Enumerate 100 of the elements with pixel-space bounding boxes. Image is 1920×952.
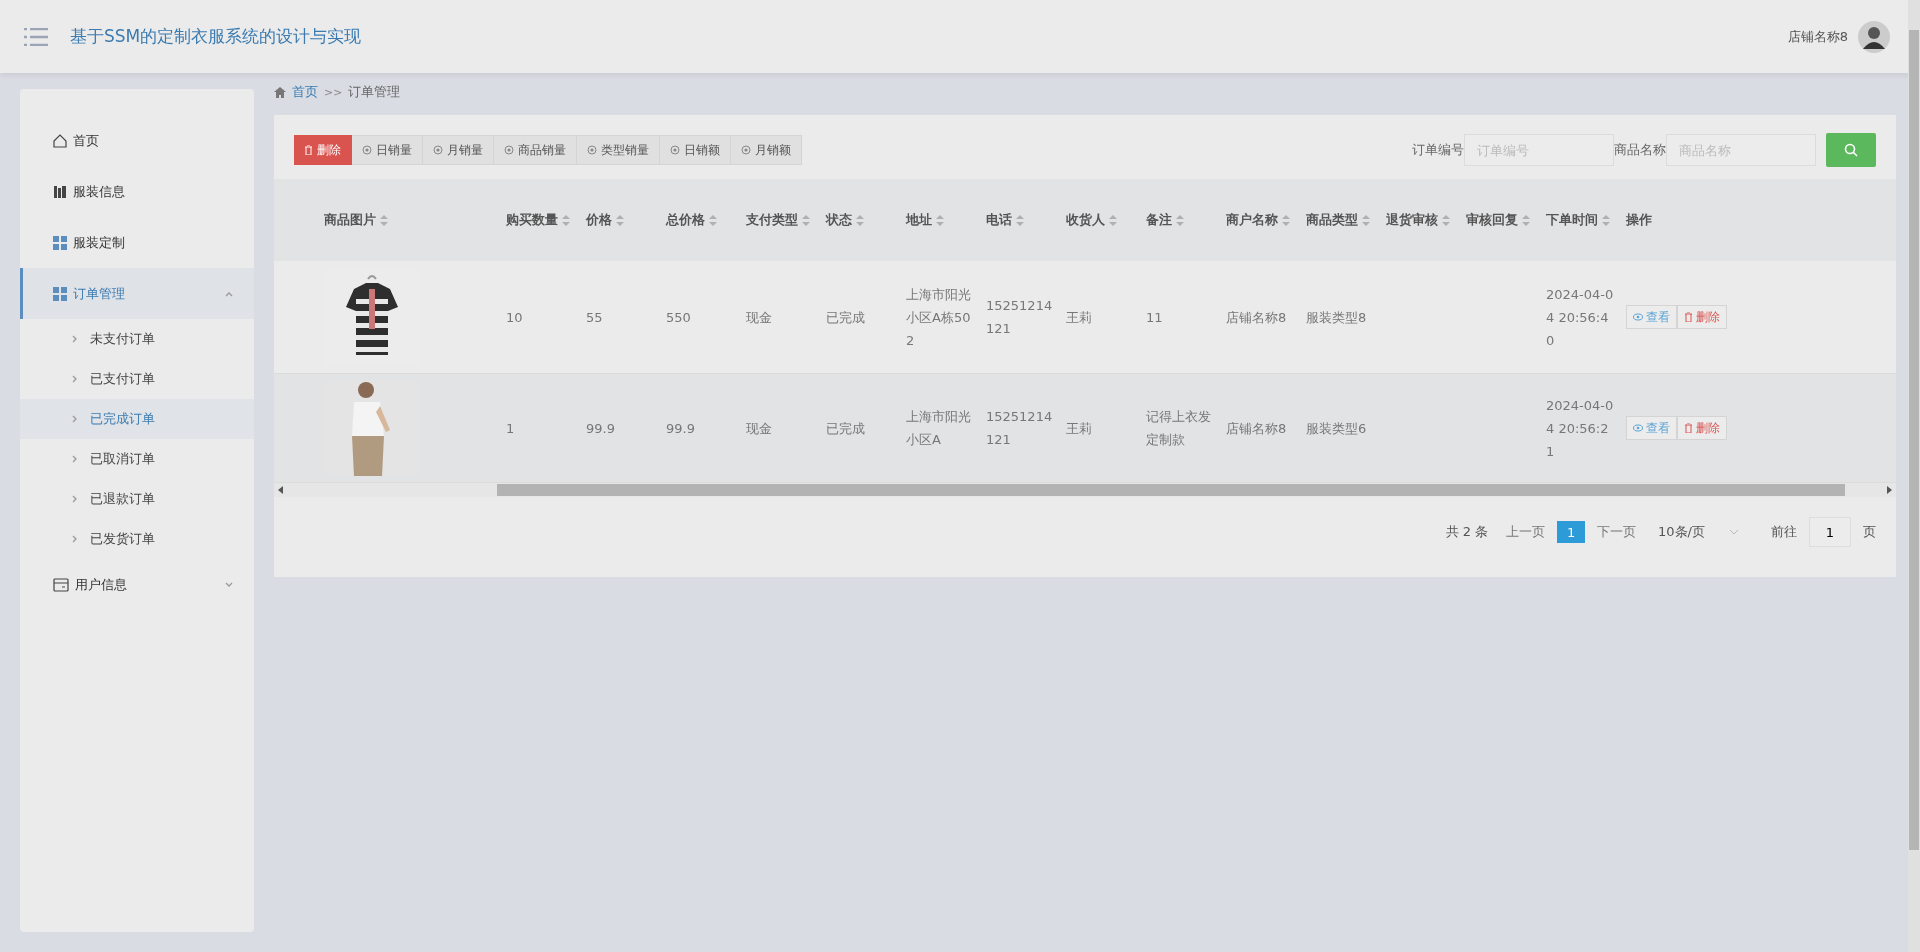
toolbar-button[interactable]: 月销量 (423, 135, 494, 165)
submenu-item[interactable]: 已发货订单 (20, 519, 254, 559)
sort-icon[interactable] (562, 215, 570, 226)
prev-page-link[interactable]: 上一页 (1506, 523, 1546, 541)
column-header: 商品图片 (300, 207, 500, 233)
avatar-icon[interactable] (1858, 20, 1890, 53)
user-name[interactable]: 店铺名称8 (1787, 27, 1848, 46)
column-header: 商品类型 (1300, 207, 1380, 233)
scroll-left-icon[interactable] (278, 486, 283, 494)
sort-icon[interactable] (1602, 215, 1610, 226)
table-cell-text: 服装类型6 (1305, 419, 1368, 438)
page-suffix: 页 (1863, 523, 1876, 541)
toolbar-button[interactable]: 日销量 (352, 135, 423, 165)
home-icon (53, 133, 67, 148)
menu-icon[interactable] (24, 27, 48, 46)
sort-icon[interactable] (802, 215, 810, 226)
submenu-item[interactable]: 已支付订单 (20, 359, 254, 399)
grid-icon (53, 235, 67, 250)
table-cell-text: 1 (505, 419, 516, 438)
sort-icon[interactable] (1362, 215, 1370, 226)
column-header: 电话 (980, 207, 1060, 233)
column-header: 退货审核 (1380, 207, 1460, 233)
page-size-select[interactable]: 10条/页 (1658, 523, 1739, 541)
app-title: 基于SSM的定制衣服系统的设计与实现 (70, 25, 363, 48)
sort-icon[interactable] (616, 215, 624, 226)
table-cell-text: 现金 (745, 308, 773, 327)
sidebar-item[interactable]: 首页 (20, 115, 254, 166)
table-cell-text: 已完成 (825, 419, 866, 438)
sort-icon[interactable] (1016, 215, 1024, 226)
table-cell-text: 已完成 (825, 308, 866, 327)
trash-icon (1684, 423, 1693, 433)
bar-chart-icon (53, 184, 67, 199)
column-header: 备注 (1140, 207, 1220, 233)
column-header: 支付类型 (740, 207, 820, 233)
table-cell-text: 10 (505, 308, 524, 327)
scroll-right-icon[interactable] (1887, 486, 1892, 494)
table-cell-text: 店铺名称8 (1225, 419, 1288, 438)
table-cell-text: 15251214121 (985, 408, 1054, 449)
submenu-item[interactable]: 已退款订单 (20, 479, 254, 519)
column-header: 地址 (900, 207, 980, 233)
eye-icon (1633, 313, 1643, 321)
radio-icon (362, 145, 372, 155)
table-cell-text: 王莉 (1065, 419, 1093, 438)
table-cell-text: 11 (1145, 308, 1164, 327)
submenu-item[interactable]: 已取消订单 (20, 439, 254, 479)
sidebar-item[interactable]: 服装定制 (20, 217, 254, 268)
next-page-link[interactable]: 下一页 (1597, 523, 1637, 541)
table-cell-text: 上海市阳光小区A栋502 (905, 285, 972, 350)
goto-label: 前往 (1771, 523, 1797, 541)
radio-icon (670, 145, 680, 155)
delete-button[interactable]: 删除 (1677, 305, 1727, 329)
table-cell-text: 15251214121 (985, 297, 1054, 338)
delete-button[interactable]: 删除 (1677, 416, 1727, 440)
sort-icon[interactable] (1282, 215, 1290, 226)
toolbar-button[interactable]: 类型销量 (577, 135, 660, 165)
breadcrumb-separator: >> (324, 85, 343, 99)
horizontal-scrollbar[interactable] (274, 483, 1896, 497)
column-header: 价格 (580, 207, 660, 233)
table-cell-text: 99.9 (665, 419, 696, 438)
sort-icon[interactable] (1109, 215, 1117, 226)
submenu-item[interactable]: 已完成订单 (20, 399, 254, 439)
total-count: 共 2 条 (1445, 523, 1489, 541)
column-header: 收货人 (1060, 207, 1140, 233)
table-cell-text: 99.9 (585, 419, 616, 438)
sidebar-item[interactable]: 用户信息 (20, 559, 254, 610)
vertical-scrollbar[interactable] (1908, 0, 1920, 952)
grid-icon (53, 286, 67, 301)
submenu-item[interactable]: 未支付订单 (20, 319, 254, 359)
table-cell-text: 记得上衣发定制款 (1145, 408, 1212, 449)
column-header: 审核回复 (1460, 207, 1540, 233)
sort-icon[interactable] (936, 215, 944, 226)
toolbar-button[interactable]: 月销额 (731, 135, 802, 165)
table-cell-text: 店铺名称8 (1225, 308, 1288, 327)
column-header: 总价格 (660, 207, 740, 233)
sort-icon[interactable] (380, 215, 388, 226)
sort-icon[interactable] (1176, 215, 1184, 226)
trash-icon (304, 145, 313, 155)
table-cell-text: 王莉 (1065, 308, 1093, 327)
sort-icon[interactable] (709, 215, 717, 226)
column-header: 购买数量 (500, 207, 580, 233)
column-header: 下单时间 (1540, 207, 1620, 233)
toolbar-button[interactable]: 日销额 (660, 135, 731, 165)
sort-icon[interactable] (856, 215, 864, 226)
delete-button[interactable]: 删除 (294, 135, 352, 165)
sidebar-item[interactable]: 订单管理 (20, 268, 254, 319)
breadcrumb-current: 订单管理 (348, 83, 401, 101)
page-number[interactable]: 1 (1557, 521, 1586, 543)
column-header: 状态 (820, 207, 900, 233)
breadcrumb-link[interactable]: 首页 (292, 83, 318, 101)
sidebar-item[interactable]: 服装信息 (20, 166, 254, 217)
toolbar-button[interactable]: 商品销量 (494, 135, 577, 165)
trash-icon (1684, 312, 1693, 322)
column-header: 操作 (1625, 211, 1653, 229)
filter-label: 商品名称 (1614, 141, 1666, 159)
sort-icon[interactable] (1522, 215, 1530, 226)
table-cell-text: 现金 (745, 419, 773, 438)
sort-icon[interactable] (1442, 215, 1450, 226)
search-button[interactable] (1826, 133, 1876, 167)
page-input[interactable]: 1 (1809, 517, 1851, 547)
search-icon (1844, 143, 1858, 157)
